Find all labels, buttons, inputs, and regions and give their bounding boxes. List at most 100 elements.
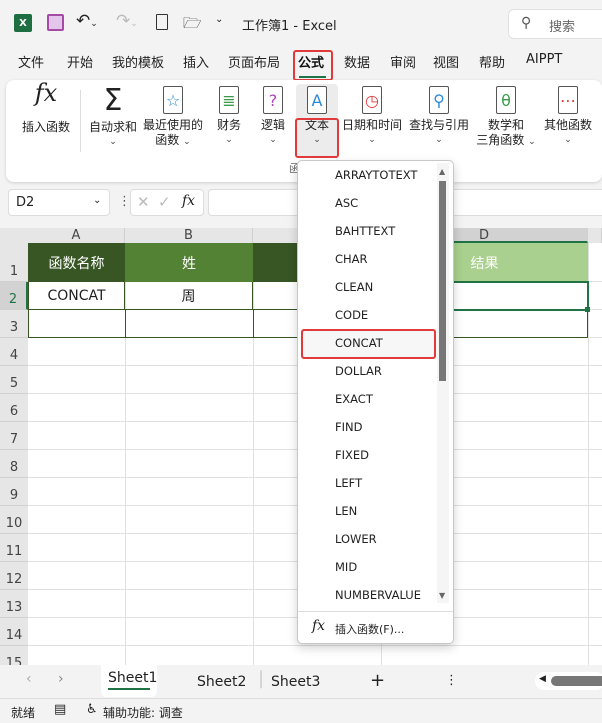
- fx-icon: fx: [312, 618, 326, 634]
- scrollbar-thumb[interactable]: [439, 181, 446, 381]
- column-header-e[interactable]: [588, 228, 602, 243]
- select-all-button[interactable]: [0, 228, 28, 243]
- ribbon-button-8[interactable]: ⋯ 其他函数 ⌄: [540, 86, 596, 148]
- ribbon-button-7[interactable]: θ 数学和 三角函数 ⌄: [472, 86, 540, 150]
- enter-icon[interactable]: ✓: [158, 193, 171, 211]
- row-header-7[interactable]: 7: [0, 422, 28, 450]
- horizontal-scrollbar[interactable]: ◀: [535, 672, 602, 690]
- column-header-a[interactable]: A: [28, 228, 125, 243]
- insert-function-label: 插入函数(F)...: [335, 623, 405, 636]
- ribbon-button-label: 逻辑: [260, 118, 285, 132]
- accessibility-status[interactable]: 辅助功能: 调查: [103, 704, 183, 721]
- tab-10[interactable]: AIPPT: [526, 52, 562, 74]
- redo-icon[interactable]: ↷⌄: [116, 11, 138, 31]
- customize-toolbar-icon[interactable]: ⌄: [215, 14, 223, 25]
- chevron-down-icon: ⌄: [368, 135, 376, 145]
- function-category-icon: ⚲: [429, 86, 449, 114]
- status-ready: 就绪: [11, 706, 36, 720]
- sheet-tab-sheet1[interactable]: Sheet1: [101, 665, 157, 697]
- ribbon-button-5[interactable]: ◷ 日期和时间 ⌄: [338, 86, 406, 148]
- chevron-down-icon: ⌄: [564, 135, 572, 145]
- ribbon-button-label: 数学和: [487, 118, 524, 132]
- tab-9[interactable]: 帮助: [479, 52, 505, 74]
- search-box[interactable]: ⚲ 搜索: [508, 9, 602, 39]
- tab-3[interactable]: 插入: [183, 52, 209, 74]
- row-header-10[interactable]: 10: [0, 506, 28, 534]
- function-category-icon: ?: [263, 86, 283, 114]
- tab-4[interactable]: 页面布局: [228, 52, 280, 74]
- ribbon-divider: [80, 90, 81, 152]
- ribbon-button-label: 自动求和: [88, 120, 137, 134]
- new-file-icon[interactable]: [156, 14, 168, 30]
- cell-a1[interactable]: 函数名称: [28, 243, 125, 282]
- tab-8[interactable]: 视图: [433, 52, 459, 74]
- row-header-11[interactable]: 11: [0, 534, 28, 562]
- fill-handle[interactable]: [585, 307, 590, 312]
- row-header-3[interactable]: 3: [0, 310, 28, 338]
- undo-icon[interactable]: ↶⌄: [76, 11, 98, 31]
- row-header-9[interactable]: 9: [0, 478, 28, 506]
- scroll-left-icon[interactable]: ◀: [539, 674, 546, 684]
- scrollbar[interactable]: ▲ ▼: [437, 163, 449, 603]
- ribbon-button-0[interactable]: Σ 自动求和 ⌄: [86, 86, 140, 150]
- scroll-up-icon[interactable]: ▲: [439, 167, 445, 176]
- function-category-icon: ⋯: [558, 86, 578, 114]
- function-category-icon: θ: [496, 86, 516, 114]
- cell-a2[interactable]: CONCAT: [28, 282, 125, 310]
- title-bar: X ↶⌄ ↷⌄ 🗁 ⌄ 工作簿1 - Excel ⚲ 搜索: [0, 0, 602, 46]
- row-header-1[interactable]: 1: [0, 243, 28, 282]
- row-header-8[interactable]: 8: [0, 450, 28, 478]
- scrollbar-thumb[interactable]: [551, 676, 602, 686]
- ribbon-button-6[interactable]: ⚲ 查找与引用 ⌄: [406, 86, 472, 148]
- tab-7[interactable]: 审阅: [390, 52, 416, 74]
- row-header-15[interactable]: 15: [0, 646, 28, 665]
- ribbon-button-1[interactable]: ☆ 最近使用的 函数 ⌄: [140, 86, 206, 150]
- save-icon[interactable]: [47, 14, 64, 31]
- chevron-down-icon: ⌄: [225, 135, 233, 145]
- insert-function-button[interactable]: fx 插入函数: [20, 81, 72, 135]
- ribbon-button-3[interactable]: ? 逻辑 ⌄: [252, 86, 294, 148]
- row-header-5[interactable]: 5: [0, 366, 28, 394]
- ribbon-button-label: 查找与引用: [408, 118, 469, 132]
- formula-controls: ✕ ✓ fx: [130, 189, 204, 216]
- active-sheet-underline: [108, 688, 150, 690]
- more-icon[interactable]: ⋮: [445, 673, 458, 688]
- cell-b1[interactable]: 姓: [125, 243, 253, 282]
- divider: [298, 611, 453, 612]
- cell-b2[interactable]: 周: [125, 282, 253, 310]
- divider: [253, 310, 254, 338]
- ribbon-button-label: 财务: [216, 118, 241, 132]
- search-placeholder: 搜索: [549, 20, 576, 35]
- sheet-tab-sheet2[interactable]: Sheet2: [197, 674, 246, 690]
- cancel-icon[interactable]: ✕: [137, 193, 150, 211]
- macro-record-icon[interactable]: ▤: [54, 702, 66, 717]
- scroll-down-icon[interactable]: ▼: [439, 591, 445, 600]
- sheet-tab-label: Sheet1: [108, 670, 158, 686]
- row-header-14[interactable]: 14: [0, 618, 28, 646]
- tab-0[interactable]: 文件: [18, 52, 44, 74]
- ribbon-button-label: 日期和时间: [341, 118, 402, 132]
- sheet-tab-sheet3[interactable]: Sheet3: [271, 674, 320, 690]
- row-header-6[interactable]: 6: [0, 394, 28, 422]
- prev-sheet-icon[interactable]: ‹: [26, 671, 32, 687]
- row-header-13[interactable]: 13: [0, 590, 28, 618]
- name-box[interactable]: D2 ⌄: [8, 189, 110, 216]
- row-header-2[interactable]: 2: [0, 282, 28, 310]
- column-header-b[interactable]: B: [125, 228, 253, 243]
- chevron-down-icon: ⌄: [93, 195, 102, 206]
- tab-2[interactable]: 我的模板: [112, 52, 164, 74]
- chevron-down-icon: ⌄: [528, 137, 536, 147]
- row-header-4[interactable]: 4: [0, 338, 28, 366]
- selected-item-highlight: [301, 329, 436, 359]
- row-header-12[interactable]: 12: [0, 562, 28, 590]
- tab-6[interactable]: 数据: [344, 52, 370, 74]
- next-sheet-icon[interactable]: ›: [58, 671, 64, 687]
- chevron-down-icon: ⌄: [435, 135, 443, 145]
- sum-icon: Σ: [103, 83, 123, 118]
- open-folder-icon[interactable]: 🗁: [183, 13, 202, 38]
- ribbon-button-2[interactable]: ≣ 财务 ⌄: [206, 86, 252, 148]
- tab-1[interactable]: 开始: [67, 52, 93, 74]
- insert-function-menu-item[interactable]: fx 插入函数(F)...: [298, 613, 453, 643]
- add-sheet-icon[interactable]: +: [370, 670, 385, 691]
- fx-icon[interactable]: fx: [182, 193, 195, 209]
